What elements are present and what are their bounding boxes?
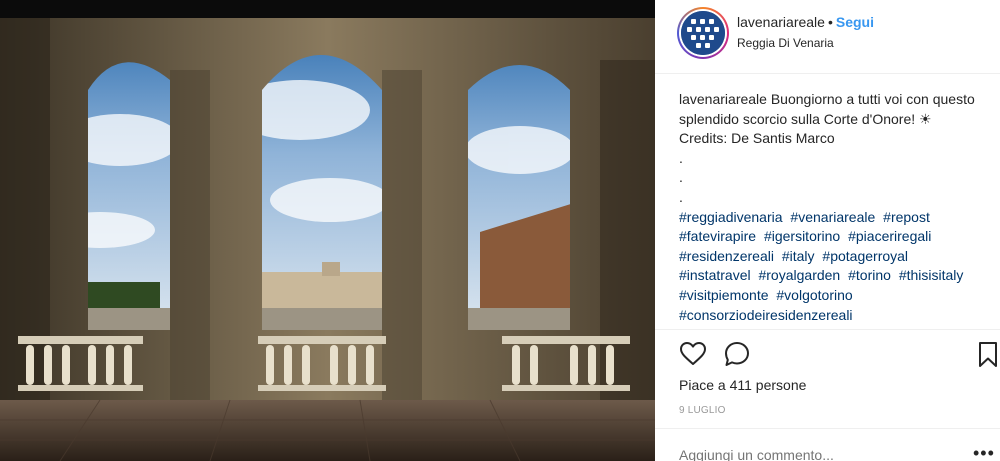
hashtag-link[interactable]: #reggiadivenaria bbox=[679, 209, 783, 225]
heart-icon bbox=[680, 342, 706, 365]
hashtag-link[interactable]: #instatravel bbox=[679, 267, 751, 283]
hashtag-link[interactable]: #royalgarden bbox=[758, 267, 840, 283]
separator-dot: • bbox=[827, 14, 833, 30]
logo-pattern-icon bbox=[681, 11, 725, 55]
post-header: lavenariareale • Segui Reggia Di Venaria bbox=[655, 0, 1000, 74]
hashtag-link[interactable]: #volgotorino bbox=[776, 287, 852, 303]
caption-username[interactable]: lavenariareale bbox=[679, 91, 767, 107]
action-bar bbox=[679, 340, 999, 370]
hashtag-link[interactable]: #piaceriregali bbox=[848, 228, 931, 244]
caption-dot: . bbox=[679, 169, 683, 186]
hashtag-link[interactable]: #venariareale bbox=[790, 209, 875, 225]
comment-icon bbox=[725, 342, 749, 366]
hashtag-link[interactable]: #residenzereali bbox=[679, 248, 774, 264]
save-button[interactable] bbox=[975, 340, 1000, 368]
divider bbox=[655, 428, 1000, 429]
hashtag-link[interactable]: #thisisitaly bbox=[899, 267, 964, 283]
divider bbox=[655, 329, 1000, 330]
avatar[interactable] bbox=[677, 7, 729, 59]
caption: lavenariareale Buongiorno a tutti voi co… bbox=[679, 90, 979, 328]
more-options-icon[interactable]: ••• bbox=[973, 443, 995, 461]
bookmark-icon bbox=[979, 342, 997, 367]
arcade-photo-image bbox=[0, 0, 655, 461]
hashtag-link[interactable]: #igersitorino bbox=[764, 228, 840, 244]
hashtag-link[interactable]: #consorziodeiresidenzereali bbox=[679, 307, 853, 323]
username-link[interactable]: lavenariareale bbox=[737, 14, 825, 30]
hashtag-link[interactable]: #potagerroyal bbox=[822, 248, 908, 264]
hashtag-link[interactable]: #repost bbox=[883, 209, 930, 225]
hashtag-list: #reggiadivenaria #venariareale #repost #… bbox=[679, 208, 979, 326]
hashtag-link[interactable]: #torino bbox=[848, 267, 891, 283]
caption-dot: . bbox=[679, 188, 683, 205]
hashtag-link[interactable]: #fatevirapire bbox=[679, 228, 756, 244]
comment-button[interactable] bbox=[723, 340, 751, 368]
caption-dot: . bbox=[679, 149, 683, 166]
hashtag-link[interactable]: #visitpiemonte bbox=[679, 287, 769, 303]
likes-count[interactable]: Piace a 411 persone bbox=[679, 377, 806, 393]
follow-button[interactable]: Segui bbox=[836, 14, 874, 30]
location-link[interactable]: Reggia Di Venaria bbox=[737, 36, 834, 50]
post-side-panel: lavenariareale • Segui Reggia Di Venaria l… bbox=[655, 0, 1000, 461]
post-photo[interactable] bbox=[0, 0, 655, 461]
caption-credits: Credits: De Santis Marco bbox=[679, 130, 835, 147]
hashtag-link[interactable]: #italy bbox=[782, 248, 815, 264]
like-button[interactable] bbox=[679, 340, 707, 368]
post-date: 9 LUGLIO bbox=[679, 405, 726, 416]
comment-input[interactable] bbox=[679, 447, 979, 461]
